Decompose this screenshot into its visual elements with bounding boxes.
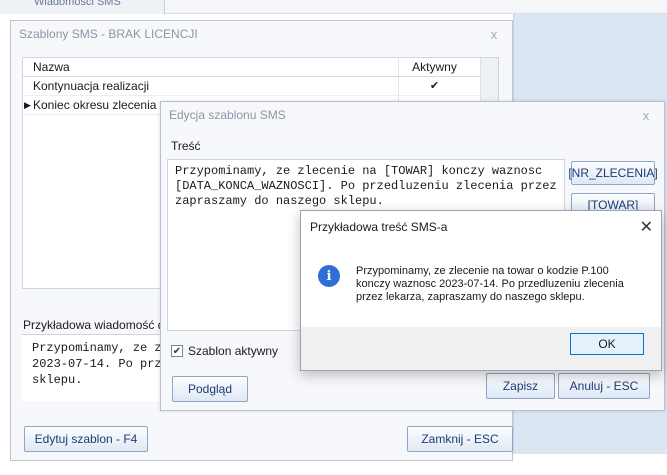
edit-window-titlebar: Edycja szablonu SMS x	[161, 102, 664, 128]
dialog-title: Przykładowa treść SMS-a	[310, 220, 448, 234]
templates-window-title: Szablony SMS - BRAK LICENCJI	[19, 27, 198, 41]
edit-window-title: Edycja szablonu SMS	[169, 108, 286, 122]
preview-button[interactable]: Podgląd	[172, 376, 248, 402]
active-checkbox-label: Szablon aktywny	[188, 344, 279, 358]
ok-button[interactable]: OK	[570, 333, 644, 355]
edit-template-button[interactable]: Edytuj szablon - F4	[24, 426, 148, 452]
sample-sms-dialog: Przykładowa treść SMS-a ✕ i Przypominamy…	[300, 210, 662, 371]
close-icon[interactable]: x	[484, 27, 504, 42]
active-checkbox[interactable]: ✔	[171, 345, 183, 357]
background-top-bar: Wiadomości SMS	[0, 0, 667, 14]
close-icon[interactable]: x	[636, 108, 656, 123]
background-tab-sms[interactable]: Wiadomości SMS	[0, 0, 165, 14]
content-label: Treść	[171, 139, 201, 153]
cancel-button[interactable]: Anuluj - ESC	[558, 373, 650, 399]
token-order-number-button[interactable]: [NR_ZLECENIA]	[568, 161, 658, 185]
preview-text: Przypominamy, ze zle 2023-07-14. Po prze…	[22, 334, 172, 401]
table-header: Nazwa Aktywny	[23, 58, 498, 77]
column-header-name[interactable]: Nazwa	[23, 58, 398, 76]
dialog-titlebar: Przykładowa treść SMS-a ✕	[301, 211, 661, 243]
checkmark-icon: ✔	[172, 345, 182, 357]
background-tab-label: Wiadomości SMS	[34, 0, 121, 8]
templates-window-titlebar: Szablony SMS - BRAK LICENCJI x	[11, 21, 512, 47]
save-button[interactable]: Zapisz	[486, 373, 555, 399]
row-pointer-icon: ▶	[24, 100, 31, 110]
table-row[interactable]: Kontynuacja realizacji ✔	[23, 77, 498, 96]
column-header-active[interactable]: Aktywny	[398, 58, 470, 76]
dialog-message: Przypominamy, ze zlecenie na towar o kod…	[356, 265, 624, 303]
row-name: Kontynuacja realizacji	[33, 79, 150, 93]
active-checkbox-row[interactable]: ✔ Szablon aktywny	[171, 344, 278, 358]
row-active-check: ✔	[398, 77, 470, 95]
info-icon: i	[318, 265, 340, 287]
close-icon[interactable]: ✕	[640, 217, 653, 237]
close-button[interactable]: Zamknij - ESC	[407, 426, 513, 452]
